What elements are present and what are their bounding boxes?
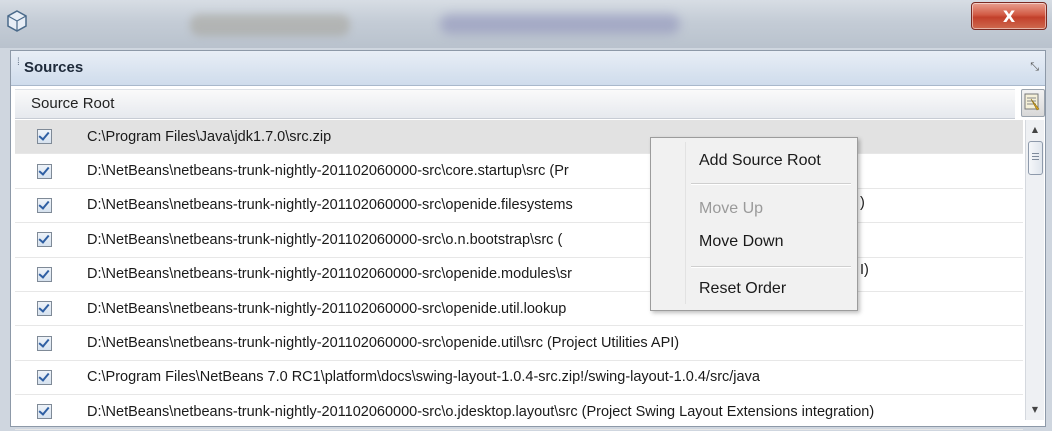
close-button[interactable]: X [971,2,1047,30]
row-overflow-text: I) [860,262,869,278]
table-row[interactable]: D:\NetBeans\netbeans-trunk-nightly-20110… [15,189,1023,224]
maximize-icon[interactable]: ⤡ [1030,60,1039,74]
source-root-path: D:\NetBeans\netbeans-trunk-nightly-20110… [87,266,572,283]
source-root-path: C:\Program Files\Java\jdk1.7.0\src.zip [87,128,332,145]
source-root-path: C:\Program Files\NetBeans 7.0 RC1\platfo… [87,369,760,386]
table-header: Source Root [15,89,1015,119]
source-root-path: D:\NetBeans\netbeans-trunk-nightly-20110… [87,197,573,214]
table-row[interactable]: D:\NetBeans\netbeans-trunk-nightly-20110… [15,154,1023,189]
panel-header: ⁞ Sources ⤡ [11,51,1045,86]
drag-grip-icon[interactable]: ⁞ [17,58,20,76]
source-root-path: D:\NetBeans\netbeans-trunk-nightly-20110… [87,231,563,248]
scroll-thumb[interactable] [1028,141,1043,175]
grip-icon [1032,153,1039,161]
source-root-path: D:\NetBeans\netbeans-trunk-nightly-20110… [87,335,680,352]
background-blur [190,14,350,36]
menu-gutter [685,142,686,304]
enabled-checkbox[interactable] [37,197,52,213]
enabled-checkbox[interactable] [37,163,52,179]
sources-panel: ⁞ Sources ⤡ Source Root C:\Program Files… [10,50,1046,430]
menu-separator [691,266,851,268]
column-header-source-root[interactable]: Source Root [31,95,114,112]
enabled-checkbox[interactable] [37,335,52,351]
table-row[interactable]: C:\Program Files\Java\jdk1.7.0\src.zip [15,120,1023,155]
source-root-list: C:\Program Files\Java\jdk1.7.0\src.zip D… [15,120,1023,430]
panel-title: Sources [24,59,84,76]
enabled-checkbox[interactable] [37,369,52,385]
title-bar: X [0,0,1052,48]
enabled-checkbox[interactable] [37,404,52,420]
source-root-path: D:\NetBeans\netbeans-trunk-nightly-20110… [87,403,875,420]
enabled-checkbox[interactable] [37,266,52,282]
table-row[interactable]: D:\NetBeans\netbeans-trunk-nightly-20110… [15,326,1023,361]
menu-item-reset-order[interactable]: Reset Order [699,280,786,298]
vertical-scrollbar[interactable]: ▲ ▼ [1025,120,1044,420]
scroll-up-arrow-icon[interactable]: ▲ [1026,122,1044,138]
menu-item-move-up[interactable]: Move Up [699,200,763,218]
enabled-checkbox[interactable] [37,232,52,248]
enabled-checkbox[interactable] [37,301,52,317]
column-chooser-icon [1024,93,1040,111]
source-root-path: D:\NetBeans\netbeans-trunk-nightly-20110… [87,300,567,317]
menu-item-add-source-root[interactable]: Add Source Root [699,152,821,170]
table-row[interactable]: C:\Program Files\NetBeans 7.0 RC1\platfo… [15,361,1023,396]
table-row[interactable]: D:\NetBeans\netbeans-trunk-nightly-20110… [15,258,1023,292]
menu-separator [691,183,851,185]
table-row[interactable]: D:\NetBeans\netbeans-trunk-nightly-20110… [15,223,1023,258]
netbeans-cube-icon [7,10,27,32]
row-overflow-text: ) [860,195,865,211]
source-root-path: D:\NetBeans\netbeans-trunk-nightly-20110… [87,163,569,180]
context-menu: Add Source Root Move Up Move Down Reset … [650,137,858,311]
background-blur [440,14,680,34]
table-row[interactable]: D:\NetBeans\netbeans-trunk-nightly-20110… [15,292,1023,327]
column-chooser-button[interactable] [1021,89,1045,117]
menu-item-move-down[interactable]: Move Down [699,233,783,251]
enabled-checkbox[interactable] [37,129,52,145]
scroll-down-arrow-icon[interactable]: ▼ [1026,402,1044,418]
table-row[interactable]: D:\NetBeans\netbeans-trunk-nightly-20110… [15,395,1023,430]
